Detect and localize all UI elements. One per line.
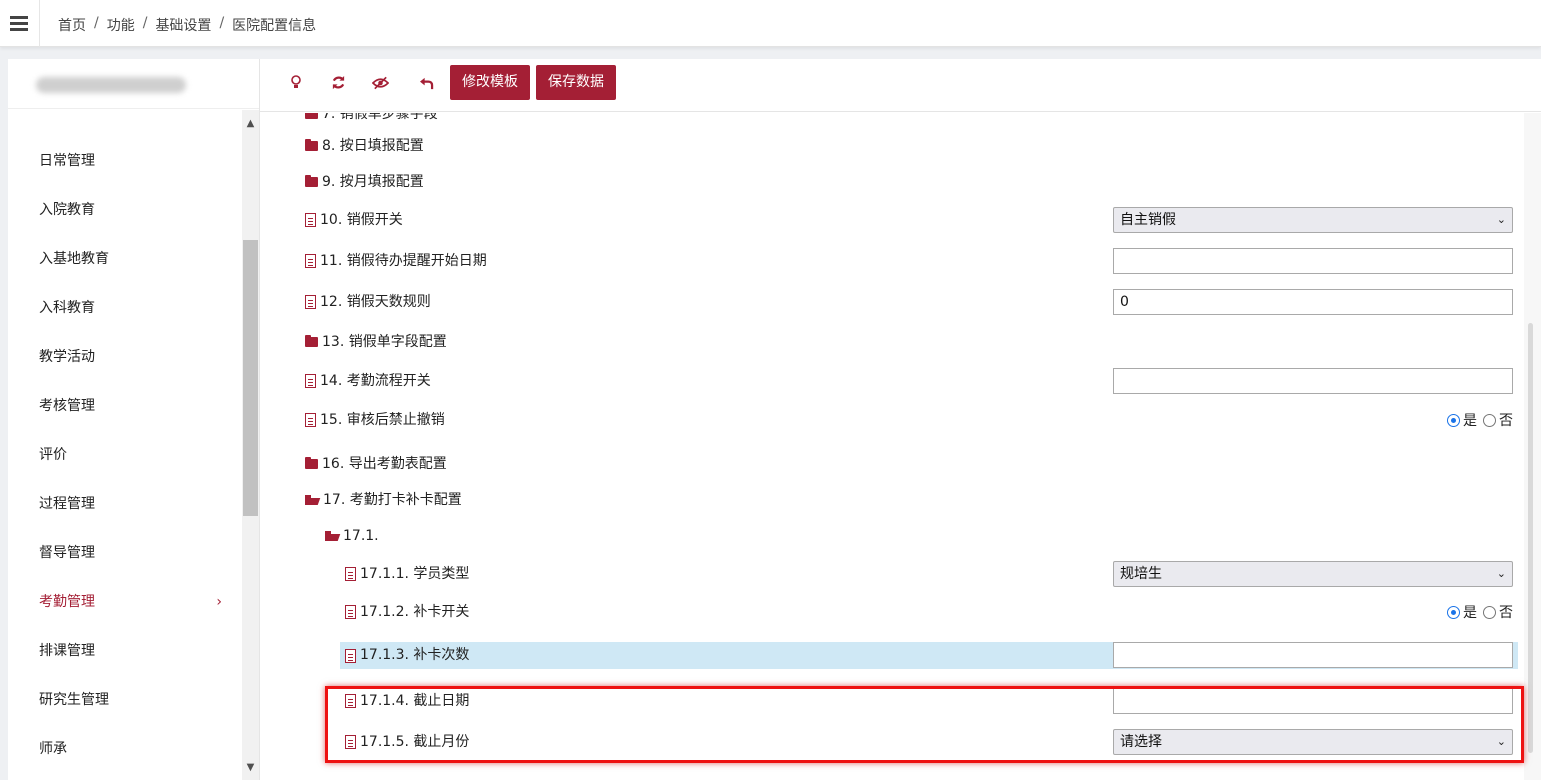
file-icon <box>305 295 316 309</box>
trainee-type-select[interactable]: 规培生 ⌄ <box>1113 561 1513 587</box>
sidebar-item-schedule[interactable]: 排课管理 <box>8 627 242 676</box>
tree-row-17-1-3[interactable]: 17.1.3. 补卡次数 <box>340 642 1518 669</box>
folder-open-icon <box>325 531 339 541</box>
blurred-logo <box>36 77 186 93</box>
folder-icon <box>305 175 318 187</box>
no-revoke-radio-group: 是 否 <box>1447 402 1513 438</box>
sidebar-item-graduate[interactable]: 研究生管理 <box>8 676 242 725</box>
tree-row-14[interactable]: 14. 考勤流程开关 <box>260 363 1524 399</box>
sidebar-item-exam[interactable]: 考核管理 <box>8 382 242 431</box>
file-icon <box>345 648 356 663</box>
edit-template-button[interactable]: 修改模板 <box>450 65 530 100</box>
sidebar-brand <box>8 59 259 109</box>
undo-icon[interactable] <box>414 73 438 97</box>
refresh-icon[interactable] <box>326 73 350 97</box>
attendance-flow-switch-input[interactable] <box>1113 368 1513 394</box>
folder-icon <box>305 457 318 469</box>
breadcrumb-current: 医院配置信息 <box>232 18 317 34</box>
sidebar-item-daily[interactable]: 日常管理 <box>8 137 242 186</box>
tree-row-12[interactable]: 12. 销假天数规则 <box>260 284 1524 320</box>
radio-no[interactable] <box>1483 413 1496 427</box>
tree-row-8[interactable]: 8. 按日填报配置 <box>260 128 1524 164</box>
tree-row-17-1-1[interactable]: 17.1.1. 学员类型 规培生 ⌄ <box>260 556 1524 592</box>
main-panel: 修改模板 保存数据 7. 销假单步骤字段 8. 按日填报配置 9. 按月填报配置… <box>260 59 1541 780</box>
chevron-right-icon: › <box>216 594 222 610</box>
menu-toggle-icon[interactable] <box>0 0 40 47</box>
sidebar-item-hospital-edu[interactable]: 入院教育 <box>8 186 242 235</box>
sidebar-scroll-thumb[interactable] <box>243 240 258 516</box>
sidebar-item-base-edu[interactable]: 入基地教育 <box>8 235 242 284</box>
sidebar-item-teaching[interactable]: 教学活动 <box>8 333 242 382</box>
bulb-icon[interactable] <box>284 73 308 97</box>
reminder-start-date-input[interactable] <box>1113 248 1513 274</box>
content-scrollbar[interactable] <box>1524 113 1541 780</box>
tree-row-16[interactable]: 16. 导出考勤表配置 <box>260 446 1524 482</box>
sidebar-menu: 日常管理 入院教育 入基地教育 入科教育 教学活动 考核管理 评价 过程管理 督… <box>8 110 242 774</box>
folder-icon <box>305 113 318 119</box>
tree-row-17[interactable]: 17. 考勤打卡补卡配置 <box>260 482 1524 518</box>
tree-row-10[interactable]: 10. 销假开关 自主销假 ⌄ <box>260 202 1524 238</box>
sidebar-item-dept-edu[interactable]: 入科教育 <box>8 284 242 333</box>
file-icon <box>345 605 356 619</box>
tree-row-15[interactable]: 15. 审核后禁止撤销 是 否 <box>260 402 1524 438</box>
sidebar: 日常管理 入院教育 入基地教育 入科教育 教学活动 考核管理 评价 过程管理 督… <box>8 59 260 780</box>
chevron-down-icon: ⌄ <box>1496 213 1506 226</box>
sidebar-item-process[interactable]: 过程管理 <box>8 480 242 529</box>
tree-row-11[interactable]: 11. 销假待办提醒开始日期 <box>260 243 1524 279</box>
folder-icon <box>305 335 318 347</box>
folder-open-icon <box>305 495 319 505</box>
annotation-highlight-box <box>325 686 1524 763</box>
radio-yes[interactable] <box>1447 605 1460 619</box>
sidebar-scrollbar[interactable]: ▲ ▼ <box>242 110 259 780</box>
top-bar: 首页 / 功能 / 基础设置 / 医院配置信息 <box>0 0 1541 47</box>
config-tree: 7. 销假单步骤字段 8. 按日填报配置 9. 按月填报配置 10. 销假开关 … <box>260 113 1524 780</box>
makeup-count-input[interactable] <box>1113 642 1513 668</box>
tree-row-9[interactable]: 9. 按月填报配置 <box>260 164 1524 200</box>
content-scroll-thumb[interactable] <box>1528 323 1533 753</box>
save-data-button[interactable]: 保存数据 <box>536 65 616 100</box>
scroll-down-icon[interactable]: ▼ <box>242 762 259 773</box>
toolbar: 修改模板 保存数据 <box>260 59 1541 112</box>
breadcrumb-home[interactable]: 首页 <box>58 15 86 35</box>
eye-off-icon[interactable] <box>368 73 392 97</box>
scroll-up-icon[interactable]: ▲ <box>242 118 259 129</box>
folder-icon <box>305 139 318 151</box>
sidebar-item-attendance[interactable]: 考勤管理 › <box>8 578 242 627</box>
file-icon <box>305 213 316 227</box>
breadcrumb: 首页 / 功能 / 基础设置 / 医院配置信息 <box>58 15 317 35</box>
chevron-down-icon: ⌄ <box>1496 567 1506 580</box>
file-icon <box>305 374 316 388</box>
makeup-switch-radio-group: 是 否 <box>1447 594 1513 630</box>
file-icon <box>345 567 356 581</box>
radio-no[interactable] <box>1483 605 1496 619</box>
sidebar-item-mentorship[interactable]: 师承 <box>8 725 242 774</box>
breadcrumb-function[interactable]: 功能 <box>107 15 135 35</box>
breadcrumb-basic-settings[interactable]: 基础设置 <box>155 15 211 35</box>
radio-yes[interactable] <box>1447 413 1460 427</box>
leave-cancel-switch-select[interactable]: 自主销假 ⌄ <box>1113 207 1513 233</box>
tree-row-17-1-2[interactable]: 17.1.2. 补卡开关 是 否 <box>260 594 1524 630</box>
sidebar-item-evaluation[interactable]: 评价 <box>8 431 242 480</box>
sidebar-item-supervision[interactable]: 督导管理 <box>8 529 242 578</box>
file-icon <box>305 413 316 427</box>
tree-row-17-1[interactable]: 17.1. <box>260 518 1524 554</box>
tree-row-13[interactable]: 13. 销假单字段配置 <box>260 324 1524 360</box>
file-icon <box>305 254 316 268</box>
leave-days-rule-input[interactable] <box>1113 289 1513 315</box>
